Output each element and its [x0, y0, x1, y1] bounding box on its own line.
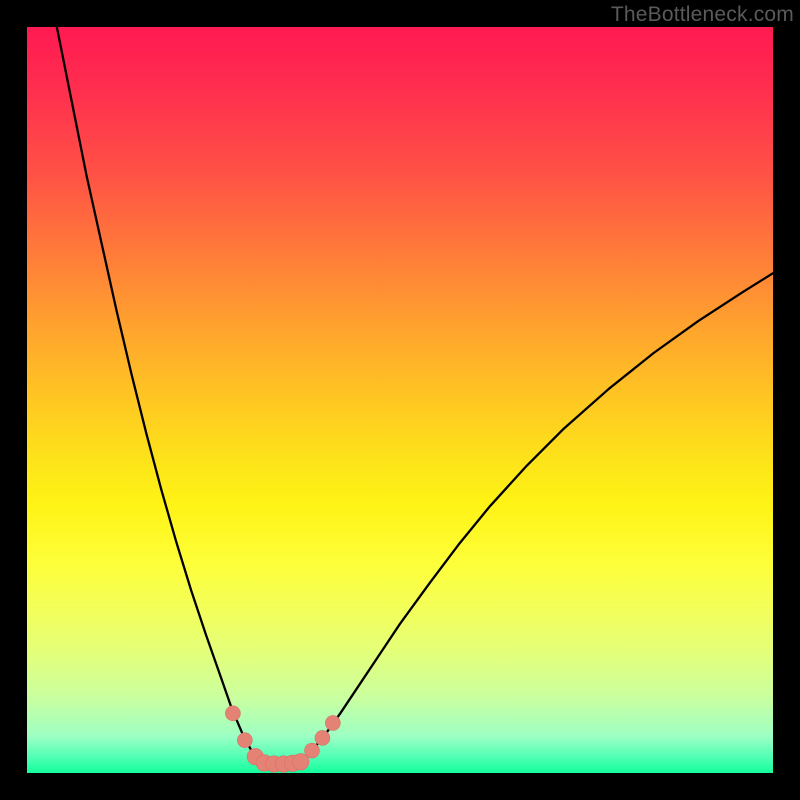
bottleneck-curve: [57, 27, 773, 764]
chart-svg: [27, 27, 773, 773]
watermark-text: TheBottleneck.com: [611, 3, 794, 27]
curve-marker: [315, 730, 330, 745]
chart-frame: TheBottleneck.com: [0, 0, 800, 800]
curve-marker: [325, 716, 340, 731]
curve-marker: [237, 733, 252, 748]
curve-markers: [225, 706, 340, 772]
curve-marker: [305, 743, 320, 758]
plot-area: [27, 27, 773, 773]
curve-marker: [225, 706, 240, 721]
